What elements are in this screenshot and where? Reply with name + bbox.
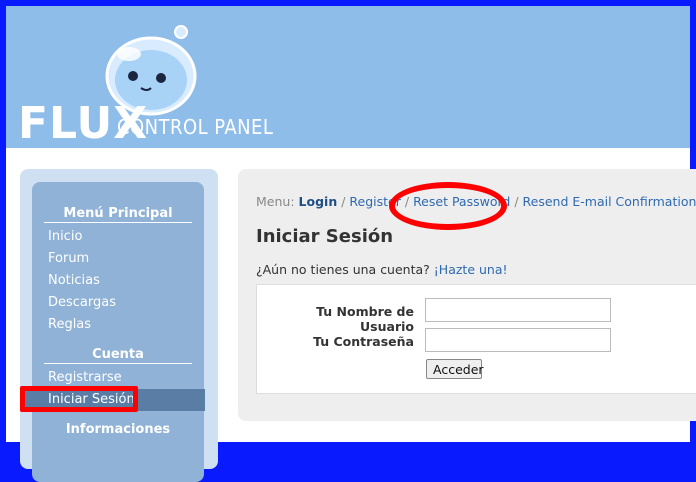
submit-button[interactable]: Acceder (426, 359, 484, 379)
highlight-ellipse-reset-password (389, 182, 507, 230)
username-input[interactable] (425, 298, 611, 322)
sidebar-heading-cuenta: Cuenta (44, 347, 192, 364)
logo-subtitle: CONTROL PANEL (117, 115, 274, 139)
sidebar-item-inicio[interactable]: Inicio (48, 229, 82, 244)
sidebar-heading-informaciones: Informaciones (65, 422, 171, 437)
password-input[interactable] (425, 328, 611, 352)
username-label: Tu Nombre de Usuario (316, 304, 414, 334)
menu-link-resend-confirmation[interactable]: Resend E-mail Confirmation (523, 194, 696, 209)
signup-link[interactable]: ¡Hazte una! (434, 262, 508, 277)
signup-prompt: ¿Aún no tienes una cuenta? ¡Hazte una! (256, 262, 508, 277)
sidebar-item-noticias[interactable]: Noticias (48, 273, 100, 288)
sidebar-item-descargas[interactable]: Descargas (48, 295, 116, 310)
highlight-box-login-item (20, 386, 138, 412)
menu-link-login[interactable]: Login (299, 194, 338, 209)
page-title: Iniciar Sesión (256, 226, 394, 247)
site-header: FLUX CONTROL PANEL (6, 6, 690, 148)
signup-text: ¿Aún no tienes una cuenta? (256, 262, 430, 277)
sidebar-heading-main: Menú Principal (44, 206, 192, 223)
sidebar-item-reglas[interactable]: Reglas (48, 317, 91, 332)
menu-prefix: Menu: (256, 194, 295, 209)
sidebar-item-registrarse[interactable]: Registrarse (48, 370, 122, 385)
sidebar-item-forum[interactable]: Forum (48, 251, 89, 266)
password-label: Tu Contraseña (313, 334, 414, 349)
